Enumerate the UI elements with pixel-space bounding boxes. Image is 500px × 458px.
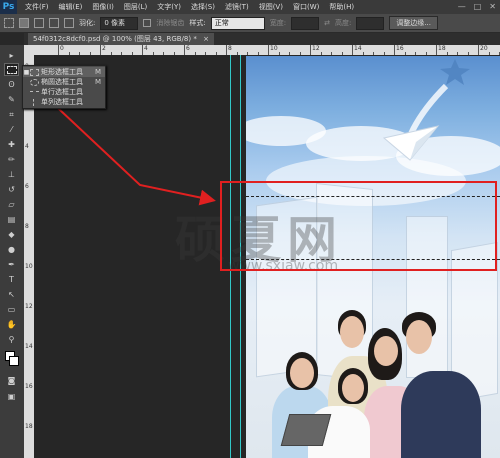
rect-marquee-icon bbox=[30, 68, 39, 76]
flyout-item-label: 椭圆选框工具 bbox=[41, 78, 83, 86]
ellipse-marquee-icon bbox=[30, 78, 39, 86]
flyout-item-single-column-marquee[interactable]: 单列选框工具 bbox=[23, 97, 105, 107]
flyout-item-label: 矩形选框工具 bbox=[41, 68, 83, 76]
flyout-item-shortcut: M bbox=[94, 78, 101, 86]
single-column-marquee-icon bbox=[33, 98, 35, 106]
flyout-item-label: 单行选框工具 bbox=[41, 88, 83, 96]
selected-bullet-icon: ■ bbox=[23, 68, 30, 76]
flyout-item-rect-marquee[interactable]: ■ 矩形选框工具 M bbox=[23, 67, 105, 77]
flyout-item-single-row-marquee[interactable]: 单行选框工具 bbox=[23, 87, 105, 97]
flyout-item-shortcut: M bbox=[94, 68, 101, 76]
flyout-item-label: 单列选框工具 bbox=[41, 98, 83, 106]
marquee-tool-flyout: ■ 矩形选框工具 M 椭圆选框工具 M 单行选框工具 单列选框工具 bbox=[22, 65, 106, 109]
single-row-marquee-icon bbox=[30, 91, 39, 93]
flyout-item-ellipse-marquee[interactable]: 椭圆选框工具 M bbox=[23, 77, 105, 87]
